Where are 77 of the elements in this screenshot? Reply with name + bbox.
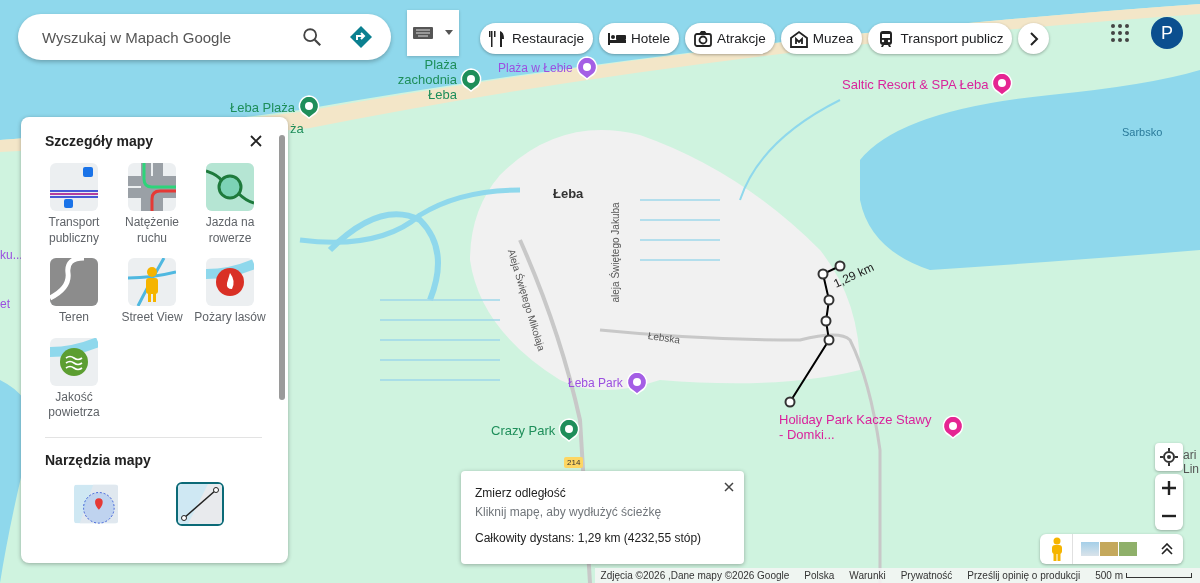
layer-option[interactable]: Jazda na rowerze	[191, 163, 269, 247]
my-location-button[interactable]	[1155, 443, 1183, 471]
layer-thumbnail-icon	[128, 163, 176, 211]
scale-bar	[1126, 573, 1192, 578]
layer-option[interactable]: Street View	[113, 258, 191, 326]
category-chip[interactable]: Muzea	[780, 23, 863, 54]
footer-link[interactable]: Prywatność	[900, 570, 953, 581]
directions-icon[interactable]	[349, 25, 373, 49]
map-tool-button[interactable]	[176, 481, 224, 526]
distance-label: 1,29 km	[831, 260, 876, 291]
map-label: Aleja Świętego Mikołaja	[505, 247, 548, 353]
place-pin-icon	[991, 72, 1014, 96]
search-field[interactable]: Wyszukaj w Mapach Google	[18, 14, 391, 60]
category-chip[interactable]: Restauracje	[480, 23, 594, 54]
layer-thumbnail-icon	[50, 337, 98, 386]
map-thumbnail[interactable]	[1081, 542, 1099, 556]
footer-link[interactable]: Polska	[804, 570, 835, 581]
terrain-thumbnail[interactable]	[1119, 542, 1137, 556]
scale-label[interactable]: 500 m	[1095, 570, 1123, 581]
layer-option[interactable]: Teren	[35, 258, 113, 326]
map-label: aleja Świętego Jakuba	[609, 202, 621, 303]
close-icon[interactable]	[724, 482, 734, 492]
place-pin-icon	[625, 371, 648, 395]
map-label[interactable]: Plaża zachodnia Łeba	[385, 58, 482, 103]
layer-option[interactable]: Jakość powietrza	[35, 337, 113, 421]
map-label: ku...	[0, 248, 23, 262]
map-label: Łeba	[553, 186, 584, 201]
layer-option[interactable]: Transport publiczny	[35, 163, 113, 247]
category-icon	[489, 29, 507, 48]
place-pin-icon	[298, 95, 321, 119]
map-label: Łebska	[647, 330, 681, 346]
apps-grid-icon[interactable]	[1111, 24, 1129, 42]
place-pin-icon	[558, 418, 581, 442]
chevron-right-icon	[1028, 31, 1039, 46]
location-target-icon	[1160, 448, 1178, 466]
zoom-in-icon[interactable]	[1162, 481, 1176, 495]
layer-thumbnail-icon	[50, 163, 98, 211]
map-label: ari	[1183, 448, 1197, 462]
search-input[interactable]: Wyszukaj w Mapach Google	[40, 27, 275, 47]
caret-icon	[443, 30, 454, 36]
layer-option[interactable]: Natężenie ruchu	[113, 163, 191, 247]
map-label: et	[0, 297, 10, 311]
category-chip[interactable]: Transport publicz	[868, 23, 1013, 54]
place-pin-icon	[575, 56, 598, 80]
footer-link[interactable]: Warunki	[849, 570, 886, 581]
input-tools-button[interactable]	[407, 10, 459, 56]
map-label: 214	[564, 457, 584, 468]
area-measure-icon	[74, 483, 118, 524]
keyboard-icon	[412, 27, 433, 39]
map-label: Sarbsko	[1122, 126, 1163, 138]
satellite-thumbnail[interactable]	[1100, 542, 1118, 556]
measure-hint: Kliknij mapę, aby wydłużyć ścieżkę	[475, 505, 663, 519]
layer-thumbnail-icon	[128, 258, 176, 307]
map-label[interactable]: Holiday Park Kacze Stawy - Domki...	[779, 412, 964, 442]
category-chip[interactable]: Atrakcje	[685, 23, 775, 54]
place-pin-icon	[942, 415, 964, 439]
category-icon	[789, 29, 808, 48]
panel-title: Szczegóły mapy	[45, 133, 154, 149]
place-pin-icon	[460, 68, 482, 93]
category-icon	[694, 29, 713, 48]
expand-icon[interactable]	[1161, 543, 1173, 555]
total-distance: Całkowity dystans: 1,29 km (4232,55 stóp)	[475, 531, 703, 545]
map-label[interactable]: Łeba Park	[568, 371, 648, 395]
map-label: Lin	[1183, 462, 1199, 476]
map-label: ża	[290, 121, 304, 136]
layer-thumbnail-icon	[206, 163, 254, 211]
map-label[interactable]: Saltic Resort & SPA Łeba	[842, 72, 1014, 96]
close-icon[interactable]	[250, 135, 262, 147]
measure-title: Zmierz odległość	[475, 486, 566, 500]
layer-thumbnail-icon	[206, 258, 254, 307]
search-icon[interactable]	[301, 26, 323, 48]
map-label[interactable]: Crazy Park	[491, 418, 581, 442]
layer-thumbnail-icon	[50, 258, 98, 307]
layer-option[interactable]: Pożary lasów	[191, 258, 269, 326]
footer-link[interactable]: Prześlij opinię o produkcji	[967, 570, 1081, 581]
category-chip[interactable]: Hotele	[599, 23, 680, 54]
section-title: Narzędzia mapy	[45, 451, 152, 468]
